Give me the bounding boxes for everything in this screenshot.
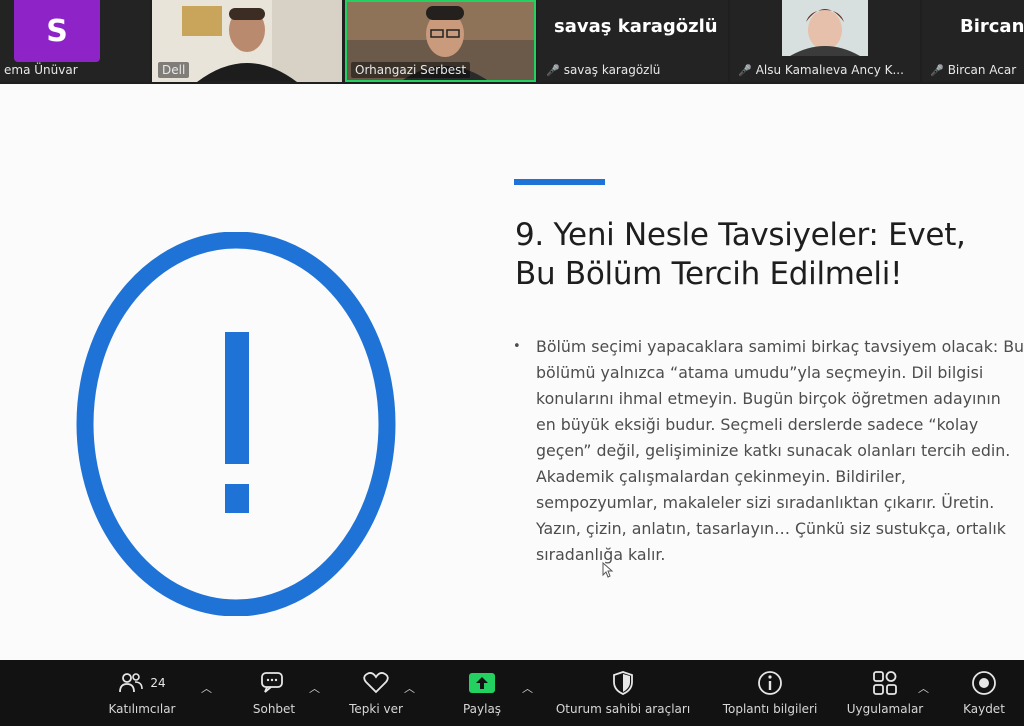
share-screen-button[interactable]: Paylaş [452, 668, 512, 720]
apps-icon [873, 671, 897, 695]
participants-icon [119, 673, 144, 693]
meeting-info-label: Toplantı bilgileri [722, 702, 818, 716]
reactions-chevron-up-icon[interactable]: ︿ [404, 680, 415, 696]
meeting-info-button[interactable]: Toplantı bilgileri [712, 668, 828, 720]
slide-bullet-text: Bölüm seçimi yapacaklara samimi birkaç t… [536, 337, 1024, 564]
avatar: S [14, 0, 100, 62]
participant-strip: S ema Ünüvar Dell Orhangazi Serbest sava… [0, 0, 1024, 84]
chat-chevron-up-icon[interactable]: ︿ [309, 680, 320, 696]
participant-tile[interactable]: savaş karagözlü 🎤 savaş karagözlü [538, 0, 728, 82]
participants-button[interactable]: 24 Katılımcılar [103, 668, 181, 720]
participants-label: Katılımcılar [108, 702, 176, 716]
reactions-button[interactable]: Tepki ver [342, 668, 410, 720]
participants-count: 24 [150, 676, 166, 690]
shield-icon [613, 671, 633, 695]
participant-tile[interactable]: Dell [152, 0, 342, 82]
apps-label: Uygulamalar [846, 702, 924, 716]
shared-slide: 9. Yeni Nesle Tavsiyeler: Evet, Bu Bölüm… [0, 84, 1024, 660]
mouse-cursor-icon [602, 562, 614, 578]
record-button[interactable]: Kaydet [954, 668, 1014, 720]
participant-tile-active[interactable]: Orhangazi Serbest [345, 0, 536, 82]
participant-name: Dell [158, 62, 190, 78]
participant-display-name: Bircan [960, 16, 1024, 37]
share-screen-icon [469, 673, 495, 693]
share-label: Paylaş [462, 702, 502, 716]
record-label: Kaydet [963, 702, 1005, 716]
host-tools-label: Oturum sahibi araçları [555, 702, 691, 716]
bullet-dot: • [513, 339, 521, 354]
chat-button[interactable]: Sohbet [245, 668, 303, 720]
participant-name: ema Ünüvar [4, 63, 78, 77]
info-icon [758, 671, 782, 695]
participant-name: 🎤 savaş karagözlü [546, 63, 661, 77]
host-tools-button[interactable]: Oturum sahibi araçları [548, 668, 698, 720]
participant-tile[interactable]: Bircan 🎤 Bircan Acar [922, 0, 1024, 82]
chat-label: Sohbet [252, 702, 296, 716]
participant-tile[interactable]: 🎤 Alsu Kamalıeva Ancy K... [730, 0, 920, 82]
share-chevron-up-icon[interactable]: ︿ [522, 680, 533, 696]
participant-name: 🎤 Bircan Acar [930, 63, 1017, 77]
slide-bullet: • Bölüm seçimi yapacaklara samimi birkaç… [513, 334, 1024, 568]
participant-display-name: savaş karagözlü [554, 16, 718, 37]
slide-title: 9. Yeni Nesle Tavsiyeler: Evet, Bu Bölüm… [515, 217, 966, 292]
apps-button[interactable]: Uygulamalar [840, 668, 930, 720]
reactions-label: Tepki ver [349, 702, 403, 716]
apps-chevron-up-icon[interactable]: ︿ [918, 680, 929, 696]
participants-chevron-up-icon[interactable]: ︿ [201, 680, 212, 696]
mic-muted-icon: 🎤 [930, 64, 944, 77]
participant-tile[interactable]: S ema Ünüvar [0, 0, 150, 82]
participant-video [782, 0, 868, 56]
record-icon [972, 671, 996, 695]
chat-icon [261, 672, 283, 693]
participant-name: Orhangazi Serbest [351, 62, 471, 78]
mic-muted-icon: 🎤 [546, 64, 560, 77]
title-accent-bar [514, 179, 605, 185]
mic-muted-icon: 🎤 [738, 64, 752, 77]
exclamation-circle-icon [76, 232, 396, 616]
participant-name: 🎤 Alsu Kamalıeva Ancy K... [738, 63, 904, 77]
heart-icon [363, 672, 389, 694]
meeting-toolbar: 24 Katılımcılar ︿ Sohbet ︿ Tepki ver ︿ P… [0, 660, 1024, 726]
